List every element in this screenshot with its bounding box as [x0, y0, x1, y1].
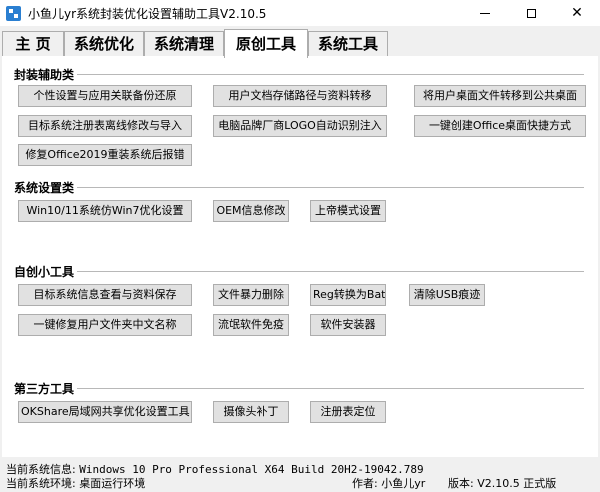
desktop-transfer-button[interactable]: 将用户桌面文件转移到公共桌面 [414, 85, 586, 107]
system-env-line: 当前系统环境: 桌面运行环境 [6, 475, 145, 491]
office-shortcut-button[interactable]: 一键创建Office桌面快捷方式 [414, 115, 586, 137]
reg-to-bat-button[interactable]: Reg转换为Bat [310, 284, 386, 306]
tab-system-optimize[interactable]: 系统优化 [64, 31, 144, 56]
system-env-value: 桌面运行环境 [79, 477, 146, 490]
author-label: 作者: [352, 477, 378, 490]
system-env-label: 当前系统环境: [6, 477, 76, 490]
tab-system-tools[interactable]: 系统工具 [308, 31, 388, 56]
group-third-party: 第三方工具 OKShare局域网共享优化设置工具 摄像头补丁 注册表定位 [14, 380, 584, 435]
camera-patch-button[interactable]: 摄像头补丁 [213, 401, 289, 423]
clear-usb-traces-button[interactable]: 清除USB痕迹 [409, 284, 485, 306]
offline-registry-button[interactable]: 目标系统注册表离线修改与导入 [18, 115, 192, 137]
version-label: 版本: [448, 477, 474, 490]
author-info: 作者: 小鱼儿yr [352, 475, 425, 491]
office-repair-button[interactable]: 修复Office2019重装系统后报错 [18, 144, 192, 166]
maximize-button[interactable] [508, 0, 554, 26]
group-title-third-party: 第三方工具 [14, 380, 78, 397]
title-bar: 小鱼儿yr系统封装优化设置辅助工具V2.10.5 ✕ [0, 0, 600, 26]
app-icon [6, 6, 21, 21]
tab-system-clean[interactable]: 系统清理 [144, 31, 224, 56]
software-installer-button[interactable]: 软件安装器 [310, 314, 386, 336]
window-title: 小鱼儿yr系统封装优化设置辅助工具V2.10.5 [28, 7, 267, 21]
god-mode-button[interactable]: 上帝模式设置 [310, 200, 386, 222]
malware-immunity-button[interactable]: 流氓软件免疫 [213, 314, 289, 336]
tab-original-tools[interactable]: 原创工具 [224, 29, 308, 58]
backup-restore-button[interactable]: 个性设置与应用关联备份还原 [18, 85, 192, 107]
tab-home[interactable]: 主 页 [2, 31, 64, 56]
group-custom-tools: 自创小工具 目标系统信息查看与资料保存 文件暴力删除 Reg转换为Bat 清除U… [14, 263, 584, 344]
version-value: V2.10.5 正式版 [477, 477, 557, 490]
group-packaging: 封装辅助类 个性设置与应用关联备份还原 用户文档存储路径与资料转移 将用户桌面文… [14, 66, 586, 175]
okshare-button[interactable]: OKShare局域网共享优化设置工具 [18, 401, 192, 423]
group-title-system-settings: 系统设置类 [14, 179, 78, 196]
user-docs-transfer-button[interactable]: 用户文档存储路径与资料转移 [213, 85, 387, 107]
fix-user-folder-name-button[interactable]: 一键修复用户文件夹中文名称 [18, 314, 192, 336]
close-button[interactable]: ✕ [554, 0, 600, 26]
maximize-icon [526, 8, 536, 18]
tab-panel: 封装辅助类 个性设置与应用关联备份还原 用户文档存储路径与资料转移 将用户桌面文… [2, 56, 598, 457]
author-value: 小鱼儿yr [381, 477, 426, 490]
force-delete-button[interactable]: 文件暴力删除 [213, 284, 289, 306]
oem-logo-inject-button[interactable]: 电脑品牌厂商LOGO自动识别注入 [213, 115, 387, 137]
minimize-button[interactable] [462, 0, 508, 26]
version-info: 版本: V2.10.5 正式版 [448, 475, 556, 491]
group-title-packaging: 封装辅助类 [14, 66, 78, 83]
registry-locate-button[interactable]: 注册表定位 [310, 401, 386, 423]
system-info-save-button[interactable]: 目标系统信息查看与资料保存 [18, 284, 192, 306]
close-icon: ✕ [571, 5, 583, 21]
group-system-settings: 系统设置类 Win10/11系统仿Win7优化设置 OEM信息修改 上帝模式设置 [14, 179, 584, 234]
group-title-custom-tools: 自创小工具 [14, 263, 78, 280]
minimize-icon [480, 12, 490, 14]
win7-style-button[interactable]: Win10/11系统仿Win7优化设置 [18, 200, 192, 222]
oem-info-button[interactable]: OEM信息修改 [213, 200, 289, 222]
